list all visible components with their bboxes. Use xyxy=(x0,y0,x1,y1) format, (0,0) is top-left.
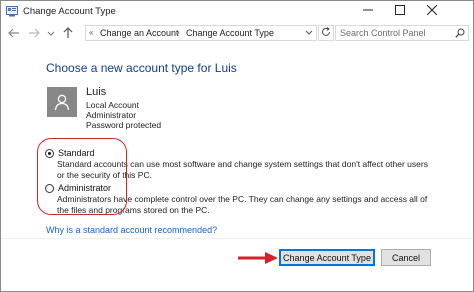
user-avatar-icon xyxy=(47,87,77,117)
page-heading: Choose a new account type for Luis xyxy=(46,61,237,75)
breadcrumb-separator-icon[interactable]: › xyxy=(177,28,180,37)
close-icon xyxy=(426,4,438,17)
user-name: Luis xyxy=(86,86,107,98)
address-field[interactable]: « Change an Account › Change Account Typ… xyxy=(85,25,317,41)
refresh-icon xyxy=(321,27,331,39)
back-arrow-icon xyxy=(8,28,20,40)
recent-dropdown-icon xyxy=(47,29,55,39)
refresh-button[interactable] xyxy=(318,25,334,41)
breadcrumb-change-account-type[interactable]: Change Account Type xyxy=(186,28,274,38)
control-panel-icon xyxy=(6,5,18,17)
window-title: Change Account Type xyxy=(23,6,116,17)
recent-locations-button[interactable] xyxy=(46,27,56,41)
forward-arrow-icon xyxy=(28,28,40,40)
search-input[interactable]: Search Control Panel xyxy=(335,25,469,41)
minimize-icon xyxy=(363,5,373,17)
password-status: Password protected xyxy=(86,120,162,130)
change-account-type-window: Change Account Type « Change an Account … xyxy=(0,0,474,292)
cancel-button[interactable]: Cancel xyxy=(381,249,431,266)
up-button[interactable] xyxy=(61,27,75,41)
highlight-outline xyxy=(37,138,127,215)
account-type: Administrator xyxy=(86,110,137,120)
maximize-button[interactable] xyxy=(385,1,415,21)
title-bar: Change Account Type xyxy=(1,1,473,23)
breadcrumb-change-an-account[interactable]: Change an Account xyxy=(100,28,179,38)
back-button[interactable] xyxy=(7,27,21,41)
search-icon[interactable] xyxy=(455,28,465,38)
red-arrow-icon xyxy=(237,251,279,265)
breadcrumb-root-icon[interactable]: « xyxy=(89,28,93,37)
account-scope: Local Account xyxy=(86,100,139,110)
minimize-button[interactable] xyxy=(353,1,383,21)
up-arrow-icon xyxy=(63,27,73,41)
maximize-icon xyxy=(395,5,405,17)
forward-button[interactable] xyxy=(27,27,41,41)
address-bar: « Change an Account › Change Account Typ… xyxy=(1,23,473,45)
address-dropdown-button[interactable] xyxy=(302,26,316,40)
close-button[interactable] xyxy=(417,1,447,21)
address-dropdown-icon xyxy=(305,28,313,38)
change-account-type-button[interactable]: Change Account Type xyxy=(279,249,375,266)
search-placeholder: Search Control Panel xyxy=(340,28,426,38)
footer-divider xyxy=(1,238,473,239)
standard-account-help-link[interactable]: Why is a standard account recommended? xyxy=(46,225,217,235)
